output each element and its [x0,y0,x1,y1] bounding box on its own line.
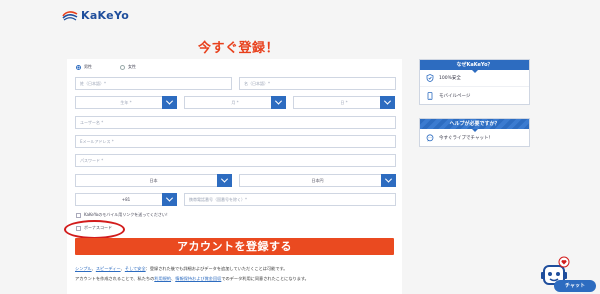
terms-line-1: シンプル、スピーディー、そして安全：登録された後でも詳細およびデータを追加してい… [75,264,395,274]
sms-opt-in: KaKeYoのモバイル用リンクを送ってください！ [76,212,170,218]
email-input[interactable]: Eメールアドレス * [75,135,396,148]
chevron-down-icon [162,193,177,206]
chat-icon [426,133,434,141]
help-panel: ヘルプが必要ですか？ 今すぐライブでチャット！ [419,118,530,147]
top-bar: KaKeYo [0,0,600,34]
username-input[interactable]: ユーザー名 * [75,116,396,129]
chevron-down-icon [381,174,396,187]
why-item-mobile[interactable]: モバイルページ [420,87,529,104]
gender-male-label: 男性 [84,64,92,69]
chevron-down-icon [217,174,232,187]
last-name-input[interactable]: 姓（日本語）* [75,77,232,90]
why-item-safe-label: 100%安全 [439,76,461,81]
currency-select[interactable]: 日本円 [239,174,396,187]
chevron-down-icon [380,96,395,109]
first-name-input[interactable]: 名（日本語）* [239,77,396,90]
help-title: ヘルプが必要ですか？ [420,119,529,132]
chevron-down-icon [162,96,177,109]
sms-checkbox[interactable] [76,212,81,218]
why-kakeyo-panel: なぜKaKeYo？ 100%安全 モバイルページ [419,59,530,105]
mobile-icon [427,91,433,100]
terms-link-simple[interactable]: シンプル [75,266,92,271]
page-headline: 今すぐ登録！ [198,41,280,56]
logo-mark-icon [62,10,78,20]
brand-logo[interactable]: KaKeYo [62,9,129,22]
terms-of-use-link[interactable]: 利用規約 [154,276,171,281]
privacy-link[interactable]: 情報保持および賞金回収 [175,276,221,281]
terms-line-2-suffix: でのデータ利用に同意されたことになります。 [221,276,309,281]
bonus-code-highlight-circle [64,220,125,239]
birth-year-select[interactable]: 生年 * [75,96,177,109]
phone-code-value: +81 [121,197,131,202]
why-item-mobile-label: モバイルページ [439,93,471,99]
sms-checkbox-label: KaKeYoのモバイル用リンクを送ってください！ [84,212,170,217]
gender-selector: 男性 女性 [76,64,136,70]
birth-day-select[interactable]: 日 * [293,96,395,109]
help-item-live-chat-label: 今すぐライブでチャット！ [439,135,493,141]
gender-male-radio[interactable] [76,64,81,70]
register-account-button[interactable]: アカウントを登録する [75,238,394,255]
shield-icon [426,74,434,82]
birth-year-value: 生年 * [120,100,132,105]
terms-line-2: アカウントを作成されることで、私たちの利用規約、情報保持および賞金回収でのデータ… [75,274,395,284]
chevron-down-icon [271,96,286,109]
why-kakeyo-title: なぜKaKeYo？ [420,60,529,73]
terms-link-safe[interactable]: そして安全 [125,266,146,271]
country-value: 日本 [149,178,158,183]
terms-text: シンプル、スピーディー、そして安全：登録された後でも詳細およびデータを追加してい… [75,264,395,284]
phone-number-input[interactable]: 携帯電話番号（国番号を除く）* [184,193,396,206]
password-input[interactable]: パスワード * [75,154,396,167]
birth-day-value: 日 * [340,100,348,105]
gender-female-label: 女性 [128,64,136,69]
country-select[interactable]: 日本 [75,174,232,187]
phone-code-select[interactable]: +81 [75,193,177,206]
terms-link-speedy[interactable]: スピーディー [96,266,121,271]
currency-value: 日本円 [311,178,324,183]
chat-button[interactable]: チャット [554,280,596,292]
terms-line-1-rest: ：登録された後でも詳細およびデータを追加していただくことは可能です。 [145,266,288,271]
birth-month-value: 月 * [231,100,239,105]
terms-line-2-prefix: アカウントを作成されることで、私たちの [75,276,155,281]
logo-text: KaKeYo [81,9,130,22]
gender-female-radio[interactable] [120,64,125,70]
birth-month-select[interactable]: 月 * [184,96,286,109]
